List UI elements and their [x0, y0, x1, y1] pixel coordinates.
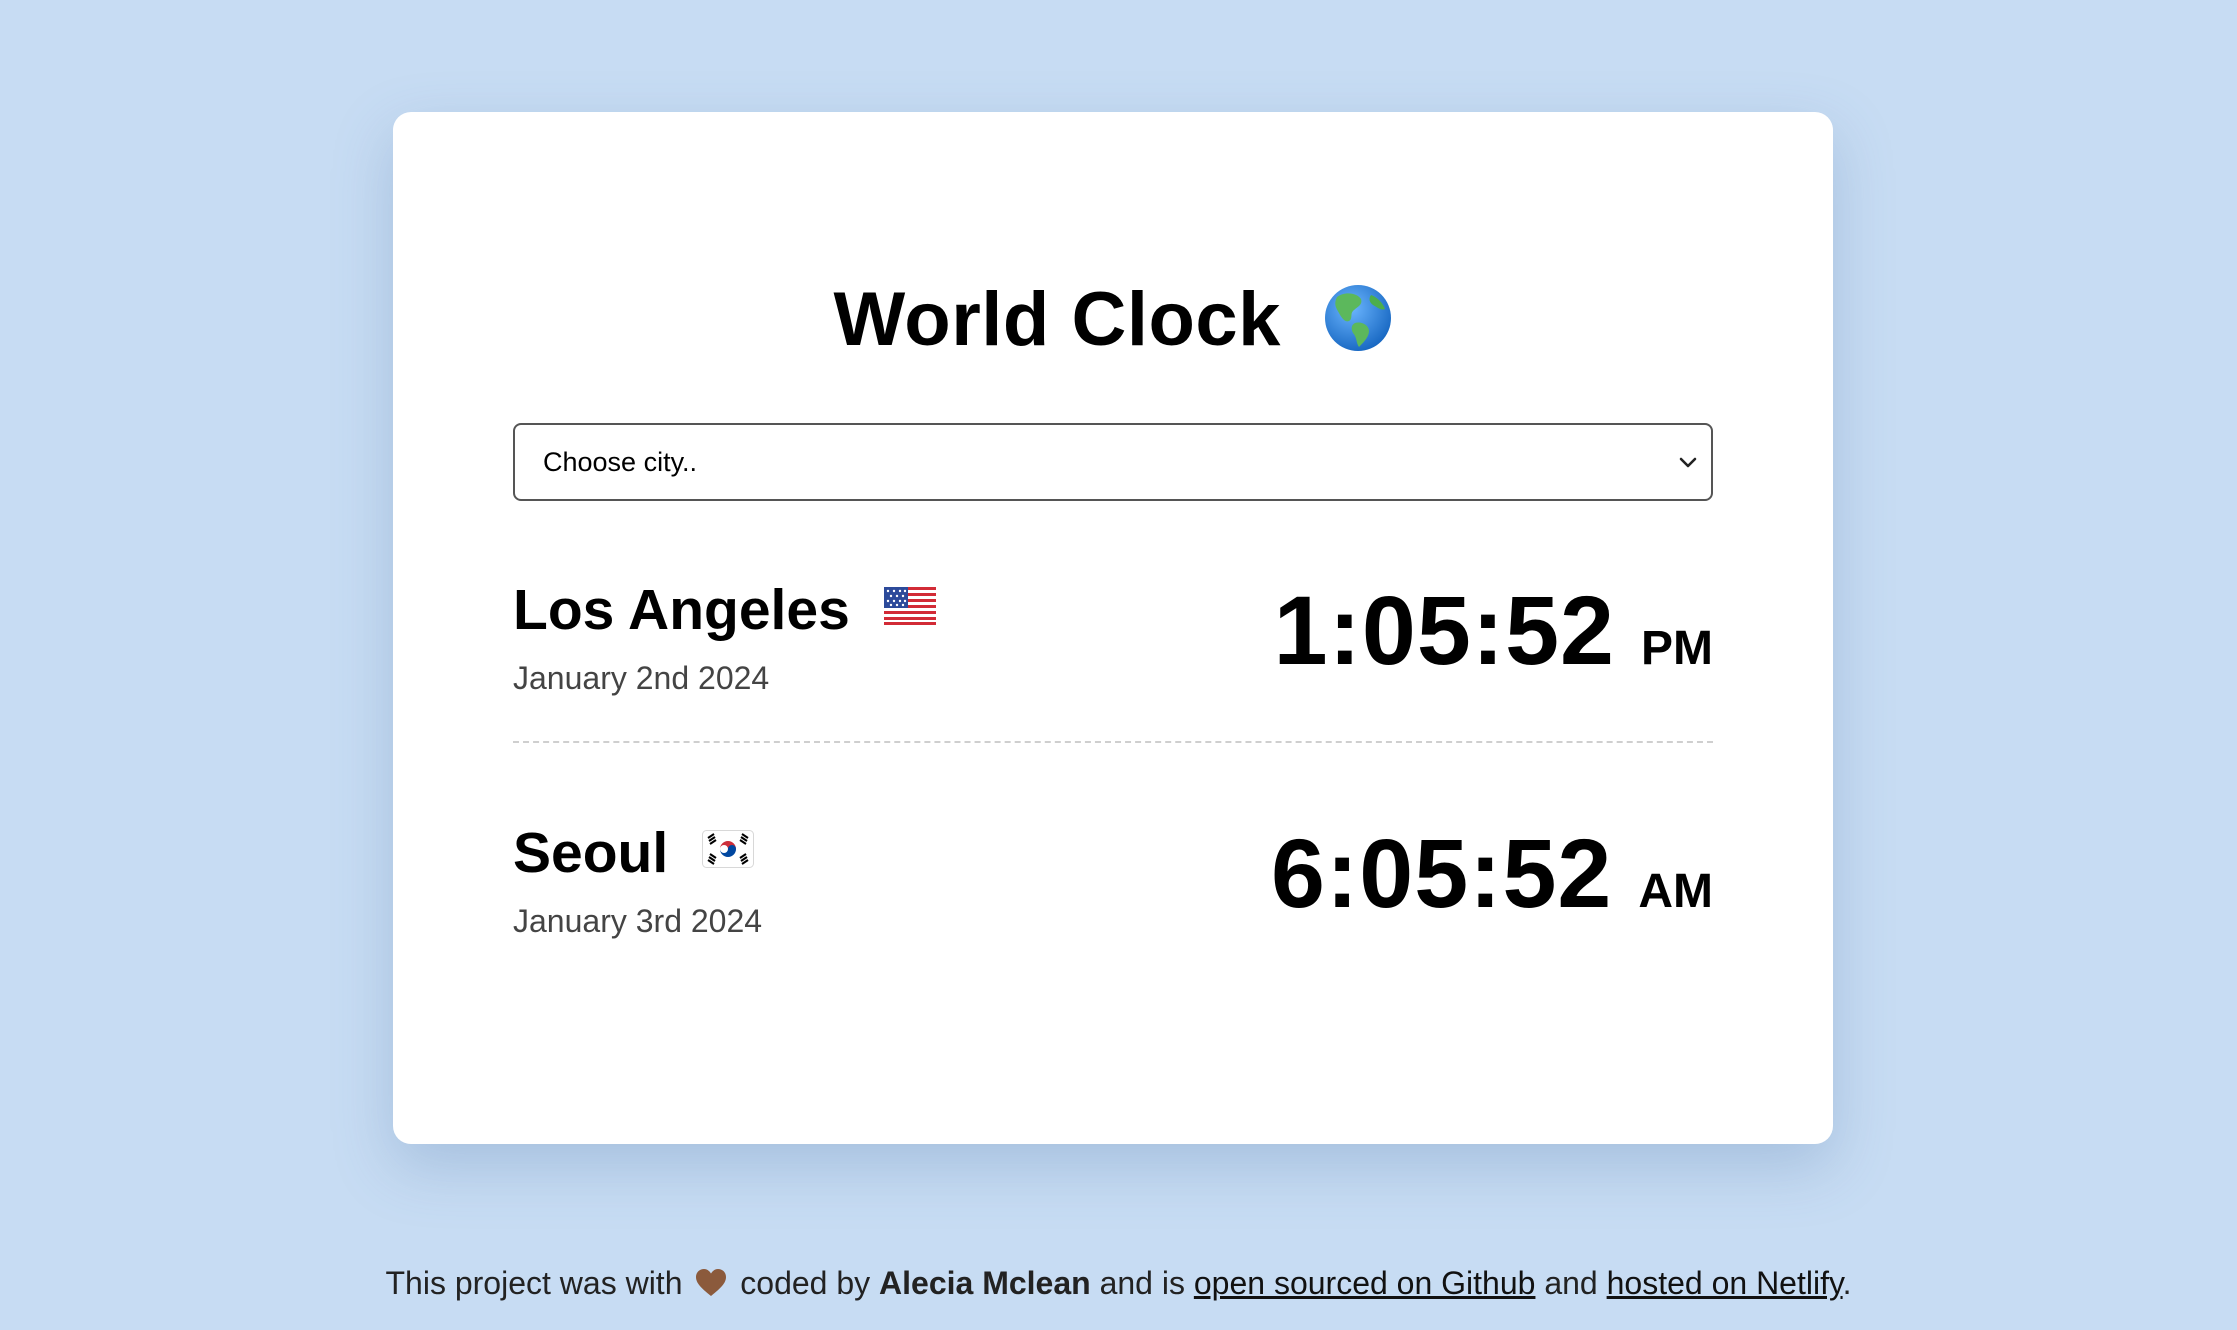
- time-ampm: PM: [1641, 622, 1713, 675]
- city-name: Seoul: [513, 821, 669, 885]
- time-ampm: AM: [1638, 865, 1713, 918]
- footer-text: and is: [1099, 1265, 1185, 1301]
- city-divider: [513, 741, 1713, 743]
- footer-author: Alecia Mclean: [879, 1265, 1091, 1301]
- globe-americas-icon: [1324, 285, 1391, 351]
- page-title: World Clock: [393, 282, 1833, 358]
- city-date: January 2nd 2024: [513, 660, 770, 696]
- chevron-down-icon: [1679, 457, 1697, 468]
- github-link[interactable]: open sourced on Github: [1194, 1265, 1536, 1301]
- flag-kr-icon: [702, 830, 755, 868]
- footer-text: coded by: [740, 1265, 871, 1301]
- city-row-los-angeles: Los Angeles January 2nd 2024 1:05:52 PM: [513, 582, 1713, 752]
- flag-us-icon: [883, 587, 936, 625]
- title-text: World Clock: [833, 277, 1281, 362]
- city-name-heading: Seoul: [513, 825, 755, 882]
- footer-text: and: [1544, 1265, 1598, 1301]
- footer-text: This project was with: [385, 1265, 683, 1301]
- city-date: January 3rd 2024: [513, 903, 763, 939]
- brown-heart-icon: [696, 1269, 727, 1296]
- city-time: 6:05:52 AM: [1271, 825, 1713, 922]
- world-clock-card: World Clock Choose city.. Los Angeles Ja…: [393, 112, 1833, 1144]
- time-digits: 6:05:52: [1271, 819, 1613, 928]
- city-time: 1:05:52 PM: [1274, 582, 1713, 679]
- city-select[interactable]: Choose city..: [513, 423, 1713, 501]
- city-row-seoul: Seoul January 3rd 2024 6:05:52 AM: [513, 825, 1713, 995]
- footer-credits: This project was with coded by Alecia Mc…: [0, 1265, 2237, 1302]
- city-name-heading: Los Angeles: [513, 582, 936, 639]
- netlify-link[interactable]: hosted on Netlify: [1607, 1265, 1843, 1301]
- city-name: Los Angeles: [513, 578, 850, 642]
- footer-period: .: [1842, 1265, 1852, 1301]
- city-select-value: Choose city..: [543, 447, 698, 477]
- time-digits: 1:05:52: [1273, 576, 1615, 685]
